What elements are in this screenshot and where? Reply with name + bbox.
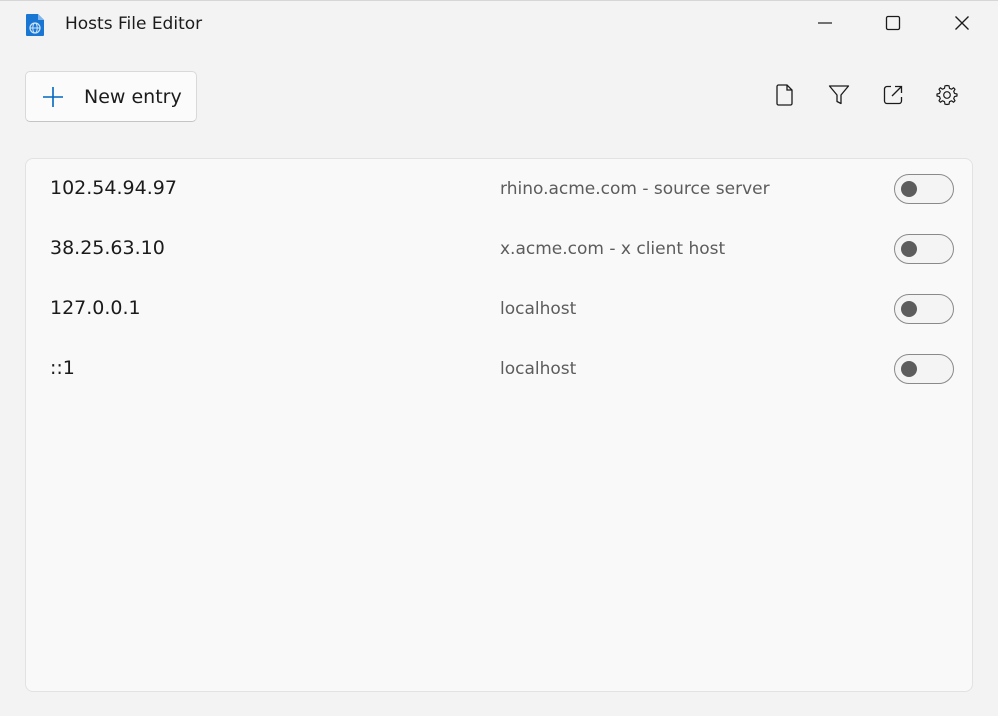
title-bar: Hosts File Editor (0, 1, 998, 49)
toggle-knob (901, 241, 917, 257)
open-external-button[interactable] (877, 81, 909, 113)
entry-hosts: x.acme.com - x client host (500, 239, 726, 259)
hosts-file-icon (25, 13, 45, 37)
entry-address: 38.25.63.10 (50, 237, 165, 259)
toggle-knob (901, 361, 917, 377)
entry-address: ::1 (50, 357, 75, 379)
minimize-icon (817, 15, 833, 35)
filter-button[interactable] (823, 81, 855, 113)
entry-address: 127.0.0.1 (50, 297, 141, 319)
list-item[interactable]: 127.0.0.1 localhost (26, 279, 972, 339)
entry-enabled-toggle[interactable] (894, 354, 954, 384)
new-entry-button[interactable]: New entry (25, 71, 197, 122)
entry-hosts: localhost (500, 299, 577, 319)
plus-icon (42, 86, 64, 108)
open-external-icon (882, 84, 904, 110)
entries-list: 102.54.94.97 rhino.acme.com - source ser… (25, 158, 973, 692)
new-entry-label: New entry (84, 85, 182, 108)
entry-address: 102.54.94.97 (50, 177, 177, 199)
entry-enabled-toggle[interactable] (894, 294, 954, 324)
settings-button[interactable] (931, 81, 963, 113)
close-button[interactable] (929, 1, 995, 49)
list-item[interactable]: 38.25.63.10 x.acme.com - x client host (26, 219, 972, 279)
entry-hosts: rhino.acme.com - source server (500, 179, 770, 199)
list-item[interactable]: ::1 localhost (26, 339, 972, 399)
entry-enabled-toggle[interactable] (894, 234, 954, 264)
list-item[interactable]: 102.54.94.97 rhino.acme.com - source ser… (26, 159, 972, 219)
file-icon (775, 84, 795, 110)
window-title: Hosts File Editor (65, 14, 203, 34)
maximize-button[interactable] (860, 1, 926, 49)
open-hosts-file-button[interactable] (769, 81, 801, 113)
toggle-knob (901, 181, 917, 197)
entry-enabled-toggle[interactable] (894, 174, 954, 204)
toggle-knob (901, 301, 917, 317)
hosts-file-editor-window: Hosts File Editor New entry 102.54.94.97… (0, 0, 998, 716)
filter-icon (828, 84, 850, 110)
maximize-icon (885, 15, 901, 35)
gear-icon (936, 84, 958, 110)
close-icon (954, 15, 970, 35)
entry-hosts: localhost (500, 359, 577, 379)
minimize-button[interactable] (792, 1, 858, 49)
